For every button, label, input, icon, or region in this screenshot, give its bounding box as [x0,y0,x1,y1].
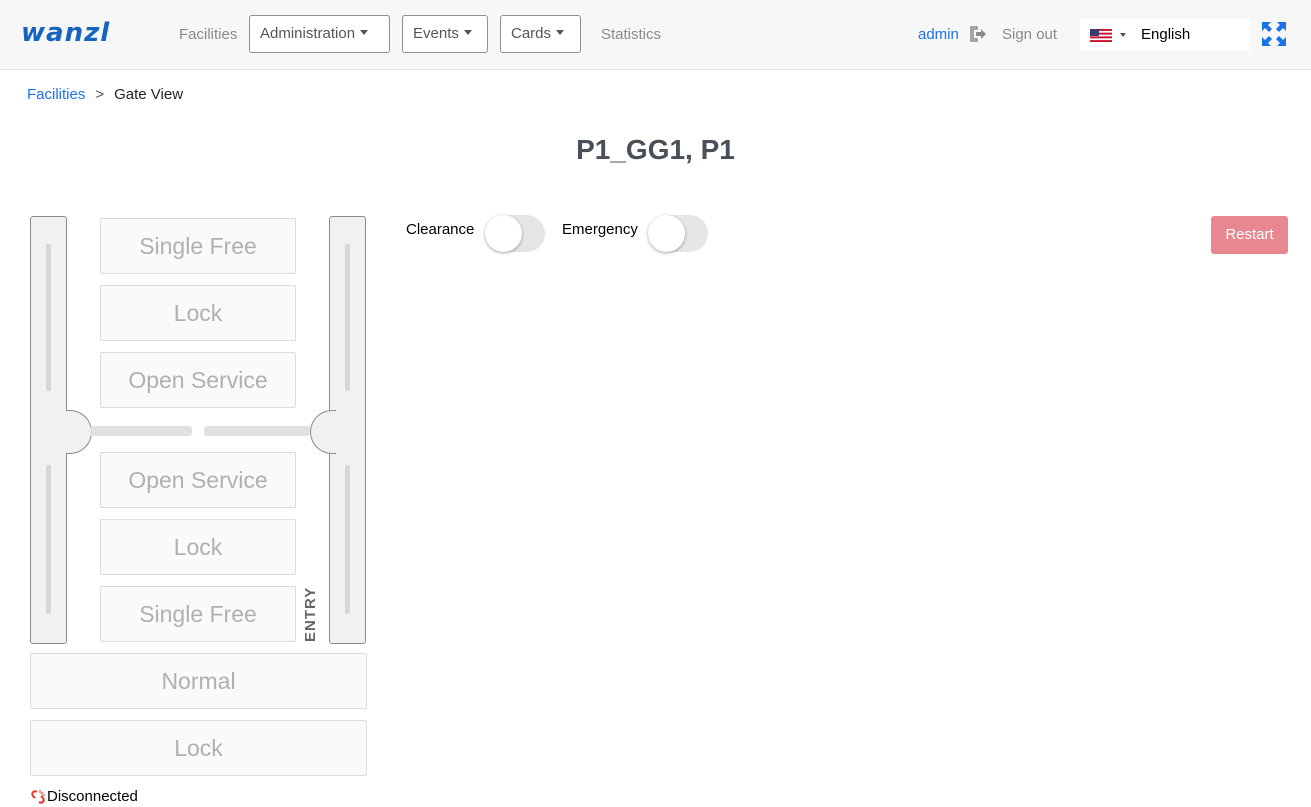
sign-out-icon[interactable] [968,24,988,44]
toggle-knob [648,215,685,252]
toggle-knob [485,215,522,252]
breadcrumb-separator: > [95,86,105,103]
breadcrumb-facilities-link[interactable]: Facilities [27,86,85,103]
clearance-toggle[interactable] [485,215,545,252]
left-gate-arm [90,426,192,436]
left-gate-rail [30,216,67,644]
sign-out-link[interactable]: Sign out [1002,26,1057,43]
broken-link-icon [31,790,45,804]
user-link[interactable]: admin [918,26,959,43]
restart-button[interactable]: Restart [1211,216,1288,254]
lock-mode-button[interactable]: Lock [30,720,367,776]
left-gate-hinge [66,410,92,454]
fullscreen-icon[interactable] [1262,22,1286,46]
rail-line [46,465,51,614]
upper-lock-button[interactable]: Lock [100,285,296,341]
page-title: P1_GG1, P1 [576,134,735,165]
emergency-toggle[interactable] [648,215,708,252]
rail-line [345,465,350,614]
upper-single-free-button[interactable]: Single Free [100,218,296,274]
top-navbar: wanzl Facilities Administration Events C… [0,0,1311,70]
nav-statistics-link[interactable]: Statistics [601,26,661,43]
breadcrumb: Facilities > Gate View [27,86,183,103]
administration-dropdown[interactable]: Administration [249,15,390,53]
right-gate-hinge [310,410,336,454]
breadcrumb-current: Gate View [114,86,184,103]
lower-single-free-button[interactable]: Single Free [100,586,296,642]
normal-mode-button[interactable]: Normal [30,653,367,709]
cards-dropdown[interactable]: Cards [500,15,581,53]
connection-status: Disconnected [30,788,138,805]
entry-label: ENTRY [302,586,319,642]
status-text: Disconnected [47,788,138,805]
cards-label: Cards [511,25,552,42]
right-gate-arm [204,426,310,436]
caret-down-icon [556,30,565,36]
rail-line [345,244,350,391]
us-flag-icon [1090,29,1112,42]
wanzl-logo[interactable]: wanzl [21,18,110,48]
upper-open-service-button[interactable]: Open Service [100,352,296,408]
caret-down-icon [360,30,369,36]
events-label: Events [413,25,459,42]
events-dropdown[interactable]: Events [402,15,488,53]
emergency-label: Emergency [562,221,638,238]
lower-lock-button[interactable]: Lock [100,519,296,575]
language-select[interactable]: English [1080,19,1250,51]
clearance-label: Clearance [406,221,475,238]
caret-down-icon [1120,33,1126,37]
language-label: English [1141,26,1191,43]
lower-open-service-button[interactable]: Open Service [100,452,296,508]
administration-label: Administration [260,25,356,42]
nav-facilities-link[interactable]: Facilities [179,26,237,43]
rail-line [46,244,51,391]
caret-down-icon [463,30,472,36]
